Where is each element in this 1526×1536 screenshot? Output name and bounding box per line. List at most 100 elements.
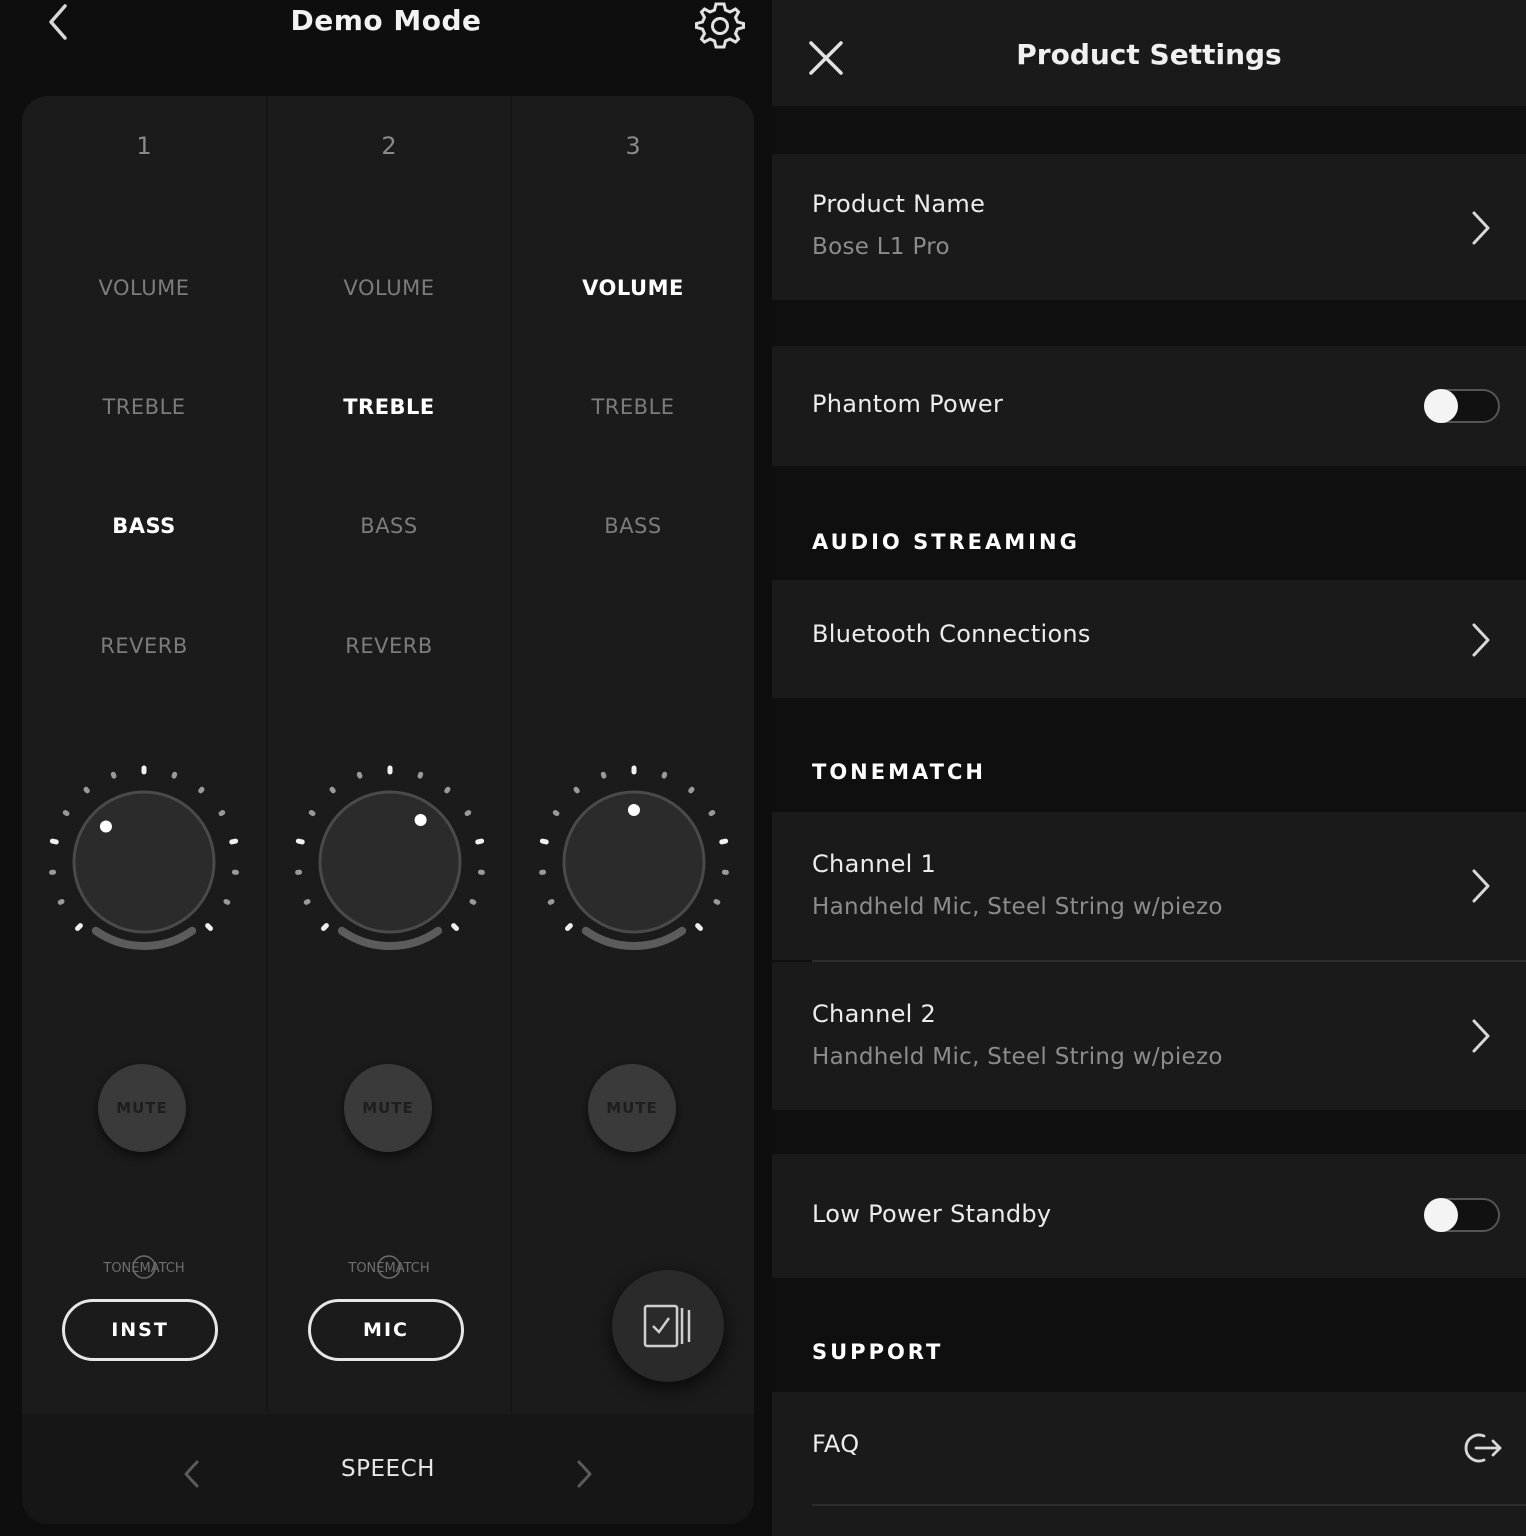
knob-tick xyxy=(303,898,311,905)
knob-tick xyxy=(539,869,547,875)
knob-tick xyxy=(223,898,231,905)
param-treble[interactable]: TREBLE xyxy=(22,395,266,419)
knob-tick xyxy=(695,923,703,931)
page-title: Demo Mode xyxy=(290,4,482,37)
mixer-card: 1 VOLUME TREBLE BASS REVERB MUTE TONEMAT… xyxy=(22,96,754,1524)
knob-indicator xyxy=(414,813,427,826)
low-power-standby-row: Low Power Standby xyxy=(772,1154,1526,1278)
product-name-row[interactable]: Product Name Bose L1 Pro xyxy=(772,154,1526,300)
audio-streaming-header: AUDIO STREAMING xyxy=(812,530,1080,554)
phantom-power-toggle[interactable] xyxy=(1424,389,1500,423)
param-reverb[interactable]: REVERB xyxy=(268,634,510,658)
param-volume[interactable]: VOLUME xyxy=(512,276,754,300)
knob-tick xyxy=(417,771,424,779)
preset-library-icon xyxy=(643,1304,691,1348)
param-reverb[interactable]: REVERB xyxy=(22,634,266,658)
gear-icon xyxy=(695,2,745,49)
knob-tick xyxy=(552,810,560,817)
mute-button[interactable]: MUTE xyxy=(344,1064,432,1152)
chevron-right-icon xyxy=(1472,869,1490,903)
knob-tick xyxy=(110,771,117,779)
channel-3-strip: 3 VOLUME TREBLE BASS MUTE xyxy=(510,96,754,1412)
knob-tick xyxy=(719,838,729,845)
toggle-thumb xyxy=(1424,1198,1458,1232)
faq-label: FAQ xyxy=(812,1430,860,1458)
tonematch-inst-button[interactable]: INST xyxy=(62,1299,218,1361)
param-bass[interactable]: BASS xyxy=(22,514,266,538)
knob-body xyxy=(72,790,216,934)
knob-tick xyxy=(171,771,178,779)
channel-3-knob[interactable] xyxy=(524,752,744,972)
knob-tick xyxy=(469,898,477,905)
product-settings-panel: Product Settings Product Name Bose L1 Pr… xyxy=(772,0,1526,1536)
param-treble[interactable]: TREBLE xyxy=(268,395,510,419)
knob-tick xyxy=(713,898,721,905)
knob-tick xyxy=(573,786,580,794)
channel-2-knob[interactable] xyxy=(280,752,500,972)
knob-indicator xyxy=(627,804,640,816)
channel-number: 2 xyxy=(381,132,397,160)
knob-tick xyxy=(387,765,393,775)
knob-tick xyxy=(218,810,226,817)
knob-tick xyxy=(565,923,573,931)
support-header: SUPPORT xyxy=(812,1340,944,1364)
knob-tick xyxy=(57,898,65,905)
demo-mode-panel: Demo Mode 1 VOLUME TREBLE BASS REVERB MU… xyxy=(0,0,772,1536)
faq-row[interactable]: FAQ xyxy=(772,1392,1526,1536)
knob-tick xyxy=(464,810,472,817)
chevron-right-icon xyxy=(1472,1019,1490,1053)
knob-tick xyxy=(295,869,303,875)
scene-next-button[interactable] xyxy=(564,1454,604,1494)
tonematch-channel-1-row[interactable]: Channel 1 Handheld Mic, Steel String w/p… xyxy=(772,812,1526,960)
mute-button[interactable]: MUTE xyxy=(588,1064,676,1152)
channel-1-knob[interactable] xyxy=(34,752,254,972)
tonematch-logo-text: TONEMATCH xyxy=(102,1261,184,1276)
tonematch-header: TONEMATCH xyxy=(812,760,986,784)
external-link-icon xyxy=(1464,1433,1502,1463)
tonematch-logo: TONEMATCH xyxy=(268,1248,510,1284)
tonematch-logo-text: TONEMATCH xyxy=(347,1261,429,1276)
knob-tick xyxy=(321,923,329,931)
param-bass[interactable]: BASS xyxy=(268,514,510,538)
settings-button[interactable] xyxy=(692,0,748,54)
param-treble[interactable]: TREBLE xyxy=(512,395,754,419)
chevron-right-icon xyxy=(577,1460,592,1488)
knob-tick xyxy=(451,923,459,931)
knob-tick xyxy=(547,898,555,905)
knob-tick xyxy=(600,771,607,779)
knob-tick xyxy=(631,765,637,775)
knob-tick xyxy=(75,923,83,931)
knob-tick xyxy=(229,838,239,845)
low-power-standby-toggle[interactable] xyxy=(1424,1198,1500,1232)
channel-1-strip: 1 VOLUME TREBLE BASS REVERB MUTE TONEMAT… xyxy=(22,96,266,1412)
knob-tick xyxy=(356,771,363,779)
settings-title: Product Settings xyxy=(1016,38,1282,71)
toggle-thumb xyxy=(1424,389,1458,423)
bluetooth-connections-row[interactable]: Bluetooth Connections xyxy=(772,580,1526,698)
param-volume[interactable]: VOLUME xyxy=(268,276,510,300)
channel-number: 3 xyxy=(625,132,641,160)
low-power-standby-label: Low Power Standby xyxy=(812,1200,1052,1228)
chevron-right-icon xyxy=(1472,623,1490,657)
knob-tick xyxy=(329,786,336,794)
product-name-label: Product Name xyxy=(812,190,986,218)
knob-tick xyxy=(295,838,305,845)
param-volume[interactable]: VOLUME xyxy=(22,276,266,300)
knob-indicator xyxy=(99,820,112,833)
channel-number: 1 xyxy=(136,132,152,160)
knob-tick xyxy=(141,765,147,775)
tonematch-channel-2-row[interactable]: Channel 2 Handheld Mic, Steel String w/p… xyxy=(772,962,1526,1110)
channel-1-label: Channel 1 xyxy=(812,850,937,878)
knob-tick xyxy=(475,838,485,845)
tonematch-mic-button[interactable]: MIC xyxy=(308,1299,464,1361)
presets-button[interactable] xyxy=(612,1270,724,1382)
channel-2-label: Channel 2 xyxy=(812,1000,937,1028)
knob-tick xyxy=(661,771,668,779)
scene-name: SPEECH xyxy=(341,1456,435,1482)
param-bass[interactable]: BASS xyxy=(512,514,754,538)
knob-tick xyxy=(708,810,716,817)
mute-button[interactable]: MUTE xyxy=(98,1064,186,1152)
scene-selector: SPEECH xyxy=(22,1414,754,1524)
chevron-right-icon xyxy=(1472,211,1490,245)
tonematch-logo: TONEMATCH xyxy=(22,1248,266,1284)
